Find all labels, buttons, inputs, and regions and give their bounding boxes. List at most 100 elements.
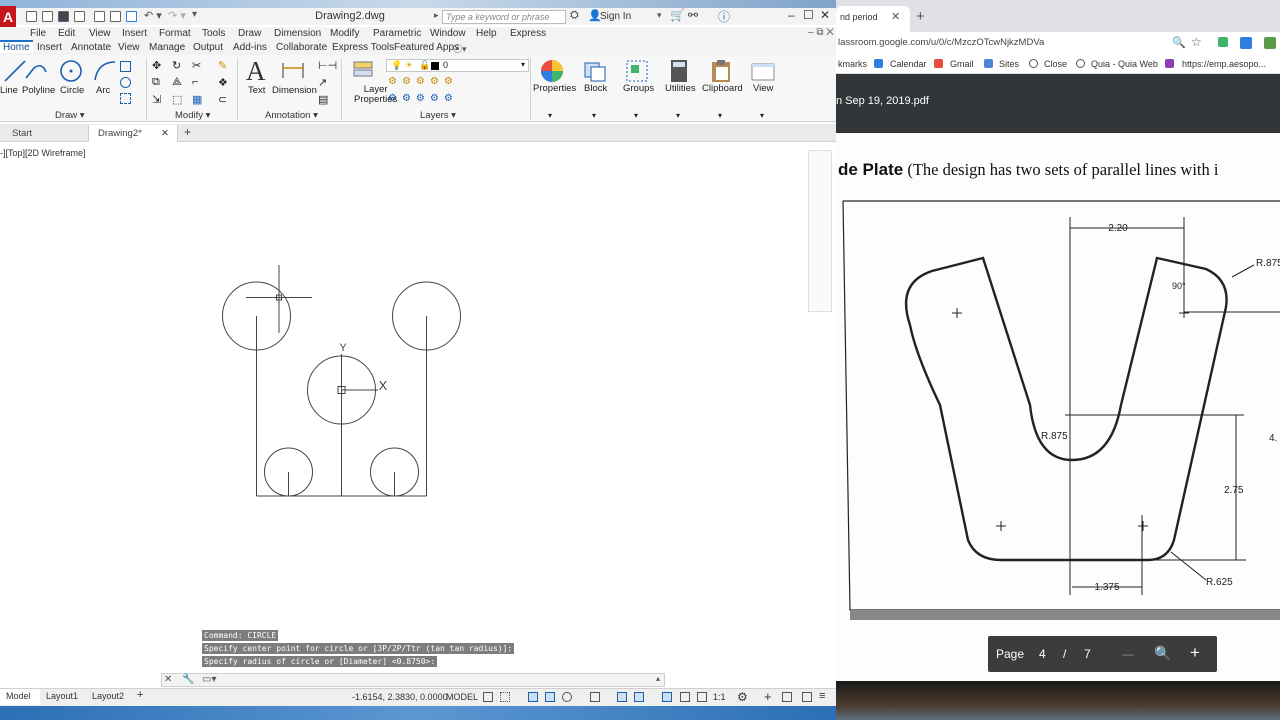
annotation-visibility-icon[interactable] [680, 692, 690, 702]
utilities-label[interactable]: Utilities [665, 83, 696, 94]
redo-icon[interactable]: ↷ ▾ [168, 9, 186, 22]
utilities-icon[interactable] [666, 58, 692, 84]
tab-annotate[interactable]: Annotate [71, 42, 111, 53]
bookmark-star-icon[interactable]: ☆ [1191, 35, 1202, 49]
extension-icon[interactable] [1264, 37, 1276, 49]
close-tab-icon[interactable]: ✕ [891, 10, 900, 23]
menu-edit[interactable]: Edit [58, 28, 75, 39]
menu-help[interactable]: Help [476, 28, 497, 39]
menu-modify[interactable]: Modify [330, 28, 359, 39]
circle-icon[interactable] [58, 58, 84, 84]
menu-insert[interactable]: Insert [122, 28, 147, 39]
object-snap-tracking-icon[interactable] [590, 692, 600, 702]
drawing-canvas[interactable]: Y X [0, 143, 836, 683]
menu-parametric[interactable]: Parametric [373, 28, 421, 39]
new-tab-icon[interactable]: + [916, 8, 925, 25]
isolate-icon[interactable] [782, 692, 792, 702]
tab-insert[interactable]: Insert [37, 42, 62, 53]
arc-icon[interactable] [92, 58, 118, 84]
ellipse-icon[interactable] [120, 77, 131, 88]
extension-icon[interactable] [1218, 37, 1228, 47]
new-layout-icon[interactable]: + [137, 689, 143, 701]
annotation-monitor-icon[interactable] [662, 692, 672, 702]
properties-dropdown-icon[interactable]: ▾ [548, 111, 552, 120]
tab-featured-apps[interactable]: Featured Apps [394, 42, 459, 53]
utilities-dropdown-icon[interactable]: ▾ [676, 111, 680, 120]
properties-label[interactable]: Properties [533, 83, 576, 94]
sign-in-dropdown-icon[interactable]: ▾ [657, 10, 662, 21]
fillet-icon[interactable]: ⌐ [192, 76, 198, 88]
polar-icon[interactable] [545, 692, 555, 702]
menu-dimension[interactable]: Dimension [274, 28, 321, 39]
tab-manage[interactable]: Manage [149, 42, 185, 53]
bookmark-item[interactable]: kmarks [838, 59, 867, 69]
page-current[interactable]: 4 [1039, 647, 1046, 661]
add-icon[interactable]: + [764, 689, 772, 704]
dimension-icon[interactable] [280, 58, 306, 84]
object-snap-icon[interactable] [617, 692, 627, 702]
fit-zoom-icon[interactable]: 🔍 [1154, 645, 1171, 662]
view-icon[interactable] [750, 58, 776, 84]
tab-home[interactable]: Home [0, 40, 33, 53]
tab-output[interactable]: Output [193, 42, 223, 53]
binoculars-icon[interactable]: ⛭ [570, 9, 579, 22]
menu-draw[interactable]: Draw [238, 28, 261, 39]
layer-tools-row1[interactable]: ⚙⚙⚙⚙⚙ [388, 76, 458, 87]
polyline-icon[interactable] [24, 58, 50, 84]
autocad-app-button[interactable]: A [0, 6, 16, 28]
tab-start[interactable]: Start [12, 128, 32, 139]
groups-icon[interactable] [624, 58, 650, 84]
dimension-label[interactable]: Dimension [272, 85, 317, 96]
cart-icon[interactable]: 🛒 [670, 8, 685, 22]
grid-icon[interactable] [483, 692, 493, 702]
linear-dim-icon[interactable]: ⊢⊣ [318, 59, 337, 72]
tab-drawing2[interactable]: Drawing2* [98, 128, 142, 139]
share-icon[interactable] [126, 11, 137, 22]
tab-layout2[interactable]: Layout2 [92, 691, 124, 701]
command-input[interactable]: ✕ 🔧 ▭▾ ▴ [161, 673, 665, 687]
block-icon[interactable] [582, 58, 608, 84]
ribbon-options-icon[interactable]: ⦿▾ [453, 42, 467, 55]
coordinates-readout[interactable]: -1.6154, 2.3830, 0.0000 [352, 692, 448, 702]
tab-express-tools[interactable]: Express Tools [332, 42, 394, 53]
help-icon[interactable]: ⓘ [718, 8, 730, 25]
isodraft-icon[interactable] [562, 692, 572, 702]
menu-file[interactable]: File [30, 28, 46, 39]
annotation-scale[interactable]: 1:1 [713, 692, 726, 702]
line-label[interactable]: Line [0, 85, 18, 96]
tab-model[interactable]: Model [6, 691, 31, 701]
block-dropdown-icon[interactable]: ▾ [592, 111, 596, 120]
hatch-icon[interactable] [120, 93, 131, 104]
save-as-icon[interactable] [74, 11, 85, 22]
navigation-bar[interactable] [808, 150, 832, 312]
view-dropdown-icon[interactable]: ▾ [760, 111, 764, 120]
zoom-icon[interactable]: 🔍 [1172, 36, 1186, 49]
menu-express[interactable]: Express [510, 28, 546, 39]
bookmark-item[interactable]: https://emp.aesopo... [1182, 59, 1266, 69]
clipboard-dropdown-icon[interactable]: ▾ [718, 111, 722, 120]
table-icon[interactable]: ▤ [318, 93, 328, 106]
erase-icon[interactable]: ✎ [218, 59, 227, 72]
tab-collaborate[interactable]: Collaborate [276, 42, 327, 53]
circle-label[interactable]: Circle [60, 85, 84, 96]
groups-dropdown-icon[interactable]: ▾ [634, 111, 638, 120]
polyline-label[interactable]: Polyline [22, 85, 55, 96]
text-icon[interactable]: A [246, 56, 266, 87]
open-file-icon[interactable] [42, 11, 53, 22]
zoom-out-button[interactable]: — [1122, 647, 1134, 661]
command-customize-icon[interactable]: 🔧 [182, 674, 194, 685]
explode-icon[interactable]: ❖ [218, 76, 228, 89]
model-space-button[interactable]: MODEL [446, 692, 478, 702]
panel-modify-label[interactable]: Modify ▾ [175, 110, 210, 121]
command-expand-icon[interactable]: ▴ [656, 674, 660, 683]
array-icon[interactable]: ▦ [192, 93, 202, 106]
bookmark-item[interactable]: Gmail [950, 59, 974, 69]
text-label[interactable]: Text [248, 85, 265, 96]
tab-layout1[interactable]: Layout1 [46, 691, 78, 701]
clipboard-icon[interactable] [708, 58, 734, 84]
block-label[interactable]: Block [584, 83, 607, 94]
menu-format[interactable]: Format [159, 28, 191, 39]
browser-tab-title[interactable]: nd period [840, 12, 878, 22]
tab-view[interactable]: View [118, 42, 140, 53]
offset-icon[interactable]: ⊂ [218, 93, 227, 106]
